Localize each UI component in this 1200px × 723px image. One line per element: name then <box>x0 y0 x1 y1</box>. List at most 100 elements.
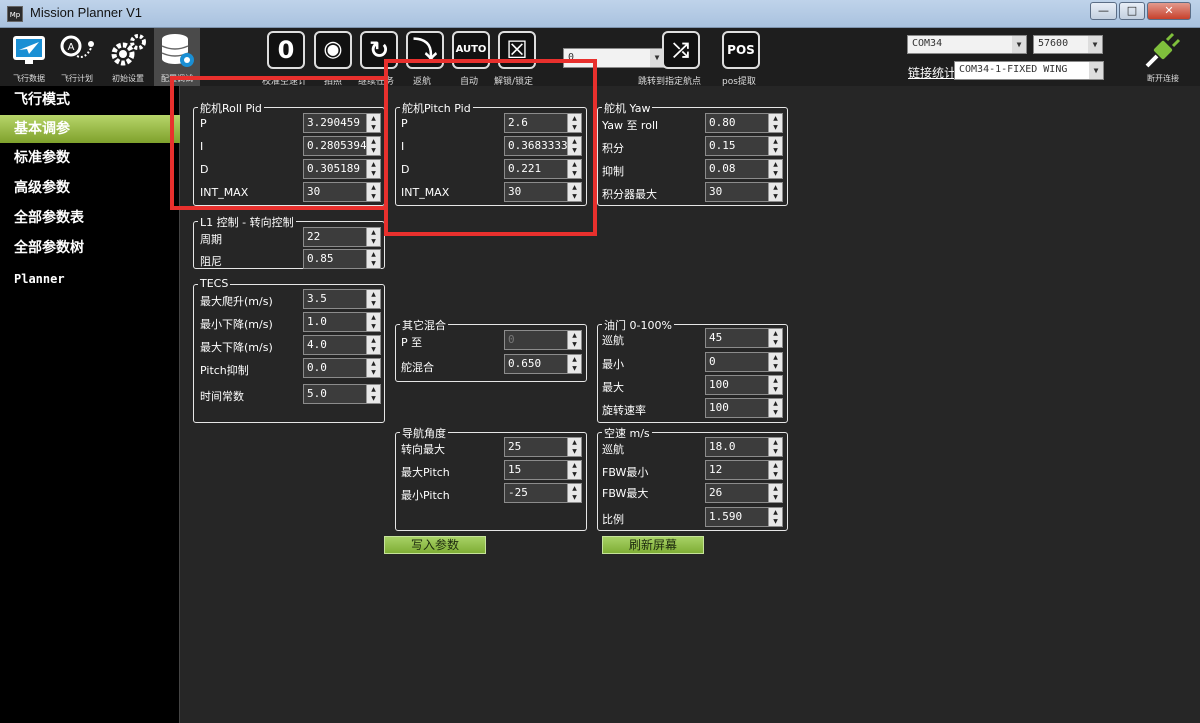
plug-icon <box>1145 32 1181 68</box>
tecs-pitch-damp-input[interactable]: 0.0 ▲ ▼ <box>303 358 381 378</box>
sidebar-item-planner[interactable]: Planner <box>0 265 180 293</box>
link-stats-link[interactable]: 链接统计 <box>908 64 956 81</box>
throttle-cruise-input[interactable]: 45 ▲ ▼ <box>705 328 783 348</box>
row-label: 最大下降(m/s) <box>200 341 273 354</box>
camera-button[interactable]: ◉ <box>314 31 352 69</box>
nav-initial-setup[interactable]: 初始设置 <box>104 28 152 84</box>
spinner-arrows-icon[interactable]: ▲ ▼ <box>768 114 782 132</box>
spinner-arrows-icon[interactable]: ▲ ▼ <box>768 183 782 201</box>
highlight-box-roll <box>170 76 385 210</box>
row-label: 周期 <box>200 233 222 246</box>
spinner-arrows-icon[interactable]: ▲ ▼ <box>567 461 581 479</box>
mix-rudder-input[interactable]: 0.650 ▲ ▼ <box>504 354 582 374</box>
l1-damping-input[interactable]: 0.85 ▲ ▼ <box>303 249 381 269</box>
yaw-to-roll-input[interactable]: 0.80 ▲ ▼ <box>705 113 783 133</box>
spinner-arrows-icon[interactable]: ▲ ▼ <box>768 376 782 394</box>
spinner-arrows-icon[interactable]: ▲ ▼ <box>567 438 581 456</box>
tecs-time-const-input[interactable]: 5.0 ▲ ▼ <box>303 384 381 404</box>
mix-p-to-input[interactable]: 0 ▲ ▼ <box>504 330 582 350</box>
spinner-arrows-icon[interactable]: ▲ ▼ <box>768 329 782 347</box>
spinner-arrows-icon[interactable]: ▲ ▼ <box>768 461 782 479</box>
row-label: 巡航 <box>602 443 624 456</box>
throttle-min-input[interactable]: 0 ▲ ▼ <box>705 352 783 372</box>
row-label: 积分 <box>602 142 624 155</box>
throttle-slewrate-input[interactable]: 100 ▲ ▼ <box>705 398 783 418</box>
row-label: FBW最大 <box>602 487 649 500</box>
camera-icon: ◉ <box>323 37 343 62</box>
nav-roll-max-input[interactable]: 25 ▲ ▼ <box>504 437 582 457</box>
airspeed-ratio-input[interactable]: 1.590 ▲ ▼ <box>705 507 783 527</box>
yaw-integral-input[interactable]: 0.15 ▲ ▼ <box>705 136 783 156</box>
write-params-button[interactable]: 写入参数 <box>384 536 486 554</box>
minimize-button[interactable]: — <box>1090 2 1117 20</box>
airspeed-cruise-input[interactable]: 18.0 ▲ ▼ <box>705 437 783 457</box>
spinner-arrows-icon[interactable]: ▲ ▼ <box>366 228 380 246</box>
calibrate-airspeed-button[interactable]: 0 <box>267 31 305 69</box>
spinner-arrows-icon[interactable]: ▲ ▼ <box>366 359 380 377</box>
row-label: 最大 <box>602 381 624 394</box>
spinner-arrows-icon[interactable]: ▲ ▼ <box>768 353 782 371</box>
chevron-down-icon: ▼ <box>1089 62 1103 79</box>
yaw-imax-input[interactable]: 30 ▲ ▼ <box>705 182 783 202</box>
sidebar: 飞行模式 基本调参 标准参数 高级参数 全部参数表 全部参数树 Planner <box>0 86 180 723</box>
sidebar-item-full-param-list[interactable]: 全部参数表 <box>0 204 180 232</box>
spinner-arrows-icon[interactable]: ▲ ▼ <box>768 160 782 178</box>
spinner-arrows-icon[interactable]: ▲ ▼ <box>768 137 782 155</box>
sidebar-item-advanced-params[interactable]: 高级参数 <box>0 174 180 202</box>
window-title: Mission Planner V1 <box>30 5 142 20</box>
row-label: Pitch抑制 <box>200 364 249 377</box>
tecs-sink-max-input[interactable]: 4.0 ▲ ▼ <box>303 335 381 355</box>
spinner-arrows-icon[interactable]: ▲ ▼ <box>366 313 380 331</box>
refresh-screen-button[interactable]: 刷新屏幕 <box>602 536 704 554</box>
zero-icon: 0 <box>277 36 295 64</box>
spinner-arrows-icon[interactable]: ▲ ▼ <box>567 355 581 373</box>
auto-plane-icon: AUTO <box>455 44 487 55</box>
spinner-arrows-icon[interactable]: ▲ ▼ <box>567 331 581 349</box>
spinner-arrows-icon[interactable]: ▲ ▼ <box>366 385 380 403</box>
spinner-arrows-icon[interactable]: ▲ ▼ <box>567 484 581 502</box>
group-title: 其它混合 <box>400 317 448 333</box>
airspeed-fbw-min-input[interactable]: 12 ▲ ▼ <box>705 460 783 480</box>
pos-button[interactable]: POS <box>722 31 760 69</box>
title-bar: Mp Mission Planner V1 — □ ✕ <box>0 0 1200 28</box>
spinner-arrows-icon[interactable]: ▲ ▼ <box>768 508 782 526</box>
throttle-max-input[interactable]: 100 ▲ ▼ <box>705 375 783 395</box>
tecs-sink-min-input[interactable]: 1.0 ▲ ▼ <box>303 312 381 332</box>
tecs-climb-input[interactable]: 3.5 ▲ ▼ <box>303 289 381 309</box>
nav-pitch-max-input[interactable]: 15 ▲ ▼ <box>504 460 582 480</box>
com-port-select[interactable]: COM34 ▼ <box>907 35 1027 54</box>
chevron-down-icon: ▼ <box>1012 36 1026 53</box>
spinner-arrows-icon[interactable]: ▲ ▼ <box>768 438 782 456</box>
maximize-button[interactable]: □ <box>1119 2 1145 20</box>
nav-initial-setup-label: 初始设置 <box>112 74 144 83</box>
nav-flight-plan-label: 飞行计划 <box>61 74 93 83</box>
row-label: 时间常数 <box>200 390 244 403</box>
connection-select[interactable]: COM34-1-FIXED WING ▼ <box>954 61 1104 80</box>
connection-value: COM34-1-FIXED WING <box>959 64 1068 75</box>
app-logo-icon: Mp <box>7 6 23 22</box>
close-button[interactable]: ✕ <box>1147 2 1191 20</box>
spinner-arrows-icon[interactable]: ▲ ▼ <box>366 290 380 308</box>
row-label: 阻尼 <box>200 255 222 268</box>
disconnect-label: 断开连接 <box>1147 74 1179 83</box>
spinner-arrows-icon[interactable]: ▲ ▼ <box>768 484 782 502</box>
sidebar-item-basic-tuning[interactable]: 基本调参 <box>0 115 180 143</box>
waypoint-graph-icon: ⤮ <box>673 38 689 62</box>
nav-flight-data[interactable]: 飞行数据 <box>6 28 52 84</box>
spinner-arrows-icon[interactable]: ▲ ▼ <box>366 336 380 354</box>
nav-pitch-min-input[interactable]: -25 ▲ ▼ <box>504 483 582 503</box>
spinner-arrows-icon[interactable]: ▲ ▼ <box>768 399 782 417</box>
airspeed-fbw-max-input[interactable]: 26 ▲ ▼ <box>705 483 783 503</box>
jump-to-waypoint-button[interactable]: ⤮ <box>662 31 700 69</box>
baud-select[interactable]: 57600 ▼ <box>1033 35 1103 54</box>
l1-period-input[interactable]: 22 ▲ ▼ <box>303 227 381 247</box>
nav-flight-plan[interactable]: A 飞行计划 <box>54 28 100 84</box>
sidebar-item-full-param-tree[interactable]: 全部参数树 <box>0 234 180 262</box>
yaw-damping-input[interactable]: 0.08 ▲ ▼ <box>705 159 783 179</box>
spinner-arrows-icon[interactable]: ▲ ▼ <box>366 250 380 268</box>
row-label: 最小Pitch <box>401 489 450 502</box>
sidebar-item-standard-params[interactable]: 标准参数 <box>0 144 180 172</box>
disconnect-button[interactable]: 断开连接 <box>1138 28 1188 84</box>
chevron-down-icon: ▼ <box>1088 36 1102 53</box>
sidebar-item-flight-modes[interactable]: 飞行模式 <box>0 86 180 114</box>
